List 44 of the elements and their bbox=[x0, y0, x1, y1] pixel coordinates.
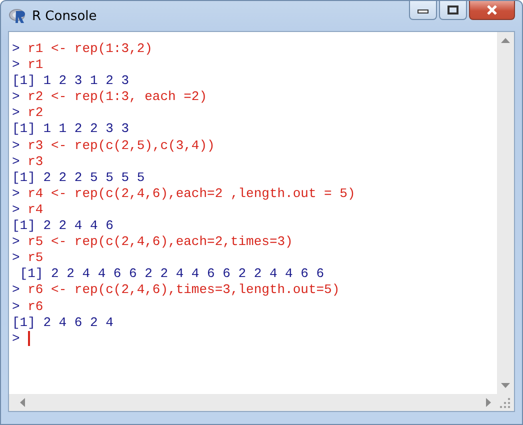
maximize-button[interactable] bbox=[439, 1, 467, 20]
window-title: R Console bbox=[32, 8, 97, 24]
prompt: > bbox=[12, 282, 20, 298]
command-text: r2 <- rep(1:3, each =2) bbox=[28, 89, 208, 106]
prompt: > bbox=[12, 250, 20, 266]
prompt: > bbox=[12, 298, 20, 315]
minimize-button[interactable] bbox=[409, 1, 437, 20]
output-text: [1] 1 1 2 2 3 3 bbox=[12, 121, 130, 138]
resize-grip-icon[interactable] bbox=[500, 398, 510, 408]
prompt: > bbox=[12, 202, 20, 218]
command-text: r2 bbox=[28, 105, 44, 122]
command-text: r3 bbox=[28, 154, 44, 170]
prompt: > bbox=[12, 234, 20, 250]
prompt: > bbox=[12, 186, 20, 202]
prompt: > bbox=[12, 57, 20, 74]
prompt: > bbox=[12, 330, 20, 347]
close-icon bbox=[485, 5, 499, 15]
command-text: r3 <- rep(c(2,5),c(3,4)) bbox=[28, 138, 215, 154]
prompt: > bbox=[12, 154, 20, 170]
output-text: [1] 1 2 3 1 2 3 bbox=[12, 73, 130, 90]
output-text: [1] 2 4 6 2 4 bbox=[12, 314, 114, 331]
scroll-right-icon[interactable] bbox=[486, 398, 491, 407]
command-text: r1 bbox=[28, 57, 44, 74]
command-text: r6 <- rep(c(2,4,6),times=3,length.out=5) bbox=[28, 282, 340, 298]
command-text: r6 bbox=[28, 298, 44, 315]
command-text: r5 bbox=[28, 250, 44, 266]
vertical-scrollbar[interactable] bbox=[497, 32, 514, 394]
prompt: > bbox=[12, 89, 20, 106]
scroll-up-icon[interactable] bbox=[501, 38, 510, 43]
command-text: r5 <- rep(c(2,4,6),each=2,times=3) bbox=[28, 234, 293, 250]
output-text: [1] 2 2 4 4 6 bbox=[12, 218, 114, 234]
close-button[interactable] bbox=[469, 1, 515, 20]
command-text: r4 <- rep(c(2,4,6),each=2 ,length.out = 5) bbox=[28, 186, 356, 202]
scroll-left-icon[interactable] bbox=[20, 398, 25, 407]
prompt: > bbox=[12, 138, 20, 154]
output-text: [1] 2 2 2 5 5 5 5 bbox=[12, 170, 145, 186]
prompt: > bbox=[12, 41, 20, 58]
command-text: r4 bbox=[28, 202, 44, 218]
r-logo-icon bbox=[9, 8, 27, 24]
prompt: > bbox=[12, 105, 20, 122]
command-text: r1 <- rep(1:3,2) bbox=[28, 41, 152, 58]
maximize-icon bbox=[447, 5, 459, 15]
output-text: [1] 2 2 4 4 6 6 2 2 4 4 6 6 2 2 4 4 6 6 bbox=[18, 266, 324, 282]
scroll-down-icon[interactable] bbox=[501, 383, 510, 388]
